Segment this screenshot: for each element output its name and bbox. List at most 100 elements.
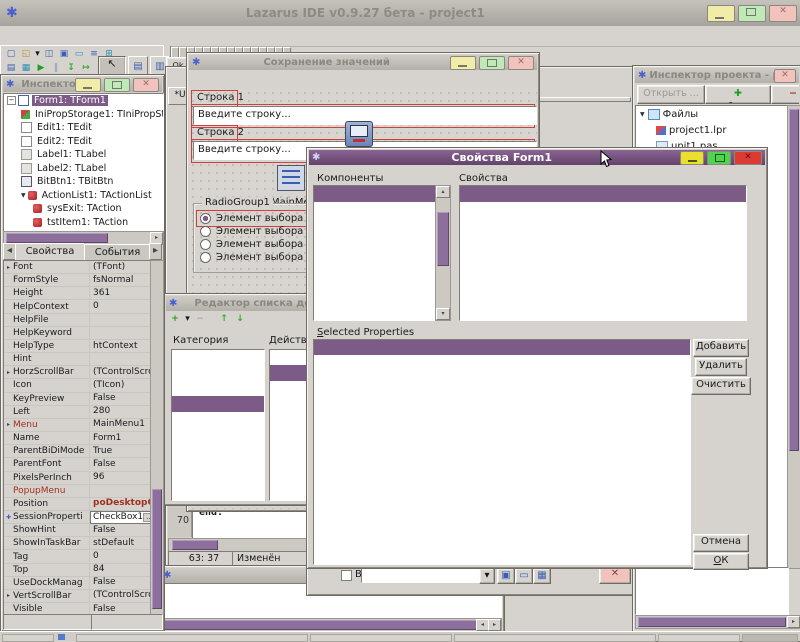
- property-row[interactable]: ShowHint False: [4, 524, 151, 537]
- add-action-icon[interactable]: +: [168, 313, 182, 326]
- category-listbox[interactable]: [171, 349, 265, 501]
- property-row[interactable]: Menu MainMenu1: [4, 419, 151, 432]
- property-row[interactable]: HorzScrollBar (TControlScroll: [4, 366, 151, 379]
- taskbar-button[interactable]: [2, 634, 54, 642]
- component-tree-item[interactable]: sysExit: TAction: [4, 202, 163, 216]
- move-down-icon[interactable]: ↓: [233, 313, 247, 326]
- property-row[interactable]: Font (TFont): [4, 261, 151, 274]
- move-up-icon[interactable]: ↑: [217, 313, 231, 326]
- find-dropdown-button[interactable]: ▾: [479, 568, 495, 584]
- component-tree-item[interactable]: BitBtn1: TBitBtn: [4, 175, 163, 189]
- project-inspector-titlebar[interactable]: ✱ Инспектор проекта - p: [635, 68, 799, 83]
- designer-titlebar[interactable]: ✱ Сохранение значений: [189, 55, 537, 70]
- dialog-titlebar[interactable]: ✱ Свойства Form1: [309, 150, 765, 165]
- selected-property-item[interactable]: [314, 355, 690, 370]
- property-item[interactable]: [460, 186, 746, 202]
- taskbar-button[interactable]: [454, 634, 656, 642]
- mainmenu-icon[interactable]: [277, 165, 305, 191]
- selected-property-item[interactable]: [314, 402, 690, 417]
- maximize-button[interactable]: [479, 56, 505, 70]
- find-toolbar-button[interactable]: ▣: [497, 568, 515, 584]
- category-item[interactable]: [172, 350, 264, 365]
- project-inspector-hscrollbar[interactable]: ▸: [635, 615, 800, 629]
- remove-file-button[interactable]: − Уда: [771, 85, 799, 104]
- category-item[interactable]: [172, 365, 264, 380]
- taskbar-button[interactable]: [310, 634, 452, 642]
- component-tree-item[interactable]: Edit2: TEdit: [4, 135, 163, 149]
- property-row[interactable]: Left 280: [4, 406, 151, 419]
- find-option-checkbox[interactable]: [341, 570, 352, 581]
- component-tree-item[interactable]: ActionList1: TActionList: [4, 189, 163, 203]
- selected-properties-listbox[interactable]: [313, 339, 691, 565]
- ok-button[interactable]: ОК: [693, 553, 749, 570]
- save-icon[interactable]: ◫: [42, 48, 56, 61]
- project-tree-vscrollbar[interactable]: [787, 105, 800, 569]
- close-button[interactable]: [133, 78, 159, 92]
- delete-action-icon[interactable]: −: [193, 313, 207, 326]
- open-file-button[interactable]: Открыть ...: [637, 85, 705, 104]
- tab-scroll-right[interactable]: ▸: [149, 243, 162, 260]
- selected-property-item[interactable]: [314, 371, 690, 386]
- property-item[interactable]: [460, 202, 746, 218]
- components-listbox[interactable]: [313, 185, 437, 321]
- project-file-item[interactable]: Файлы: [636, 106, 788, 122]
- close-button[interactable]: [774, 69, 796, 83]
- property-row[interactable]: Hint: [4, 353, 151, 366]
- maximize-button[interactable]: [738, 5, 766, 22]
- property-row[interactable]: KeyPreview False: [4, 393, 151, 406]
- taskbar-button[interactable]: [658, 634, 740, 642]
- property-row[interactable]: VertScrollBar (TControlScroll: [4, 590, 151, 603]
- component-tree[interactable]: Form1: TForm1 IniPropStorage1: TIniPropS…: [3, 93, 164, 232]
- property-row[interactable]: Position poDesktopCe: [4, 498, 151, 511]
- label1-control[interactable]: Строка 1: [197, 92, 244, 103]
- category-item[interactable]: [172, 381, 264, 396]
- selected-property-item[interactable]: [314, 386, 690, 401]
- taskbar-button[interactable]: [76, 634, 308, 642]
- selected-property-item[interactable]: [314, 432, 690, 447]
- component-tree-item[interactable]: Form1: TForm1: [4, 94, 163, 108]
- component-tree-item[interactable]: Label2: TLabel: [4, 162, 163, 176]
- property-row[interactable]: Icon (TIcon): [4, 379, 151, 392]
- add-button[interactable]: Добавить: [693, 339, 749, 357]
- open-file-icon[interactable]: ◱: [19, 48, 33, 61]
- component-item[interactable]: [314, 218, 436, 234]
- minimize-button[interactable]: [450, 56, 476, 70]
- selected-property-item[interactable]: [314, 417, 690, 432]
- clear-button[interactable]: Очистить: [691, 377, 751, 395]
- taskbar-button[interactable]: [742, 634, 798, 642]
- property-item[interactable]: [460, 218, 746, 234]
- inipropstorage-icon[interactable]: [345, 121, 373, 147]
- category-item[interactable]: [172, 396, 264, 411]
- new-form-icon[interactable]: ▭: [72, 48, 86, 61]
- close-button[interactable]: [769, 5, 797, 22]
- maximize-button[interactable]: [707, 151, 731, 165]
- component-item[interactable]: [314, 298, 436, 314]
- component-tree-item[interactable]: Label1: TLabel: [4, 148, 163, 162]
- component-item[interactable]: [314, 250, 436, 266]
- component-tree-item[interactable]: Edit1: TEdit: [4, 121, 163, 135]
- minimize-button[interactable]: [707, 5, 735, 22]
- property-row[interactable]: HelpKeyword: [4, 327, 151, 340]
- property-row[interactable]: Top 84: [4, 564, 151, 577]
- component-item[interactable]: [314, 282, 436, 298]
- property-row[interactable]: Height 361: [4, 287, 151, 300]
- component-item[interactable]: [314, 186, 436, 202]
- label2-control[interactable]: Строка 2: [197, 127, 244, 138]
- add-action-dropdown-icon[interactable]: ▾: [184, 313, 191, 326]
- component-tree-item[interactable]: tstItem1: TAction: [4, 216, 163, 230]
- property-row[interactable]: Tag 0: [4, 550, 151, 563]
- property-row[interactable]: UseDockManag False: [4, 577, 151, 590]
- component-item[interactable]: [314, 202, 436, 218]
- component-tree-item[interactable]: IniPropStorage1: TIniPropSt: [4, 108, 163, 122]
- property-row[interactable]: ParentFont False: [4, 458, 151, 471]
- find-toolbar-button[interactable]: ▭: [515, 568, 533, 584]
- maximize-button[interactable]: [104, 78, 130, 92]
- main-titlebar[interactable]: ✱ Lazarus IDE v0.9.27 бета - project1: [0, 0, 800, 27]
- project-file-item[interactable]: project1.lpr: [636, 122, 788, 138]
- selected-property-item[interactable]: [314, 340, 690, 355]
- components-vscrollbar[interactable]: ▴ ▾: [435, 185, 451, 321]
- object-inspector-titlebar[interactable]: ✱ Инспектор: [3, 77, 162, 92]
- property-row[interactable]: Name Form1: [4, 432, 151, 445]
- selected-property-item[interactable]: [314, 448, 690, 463]
- property-row[interactable]: HelpType htContext: [4, 340, 151, 353]
